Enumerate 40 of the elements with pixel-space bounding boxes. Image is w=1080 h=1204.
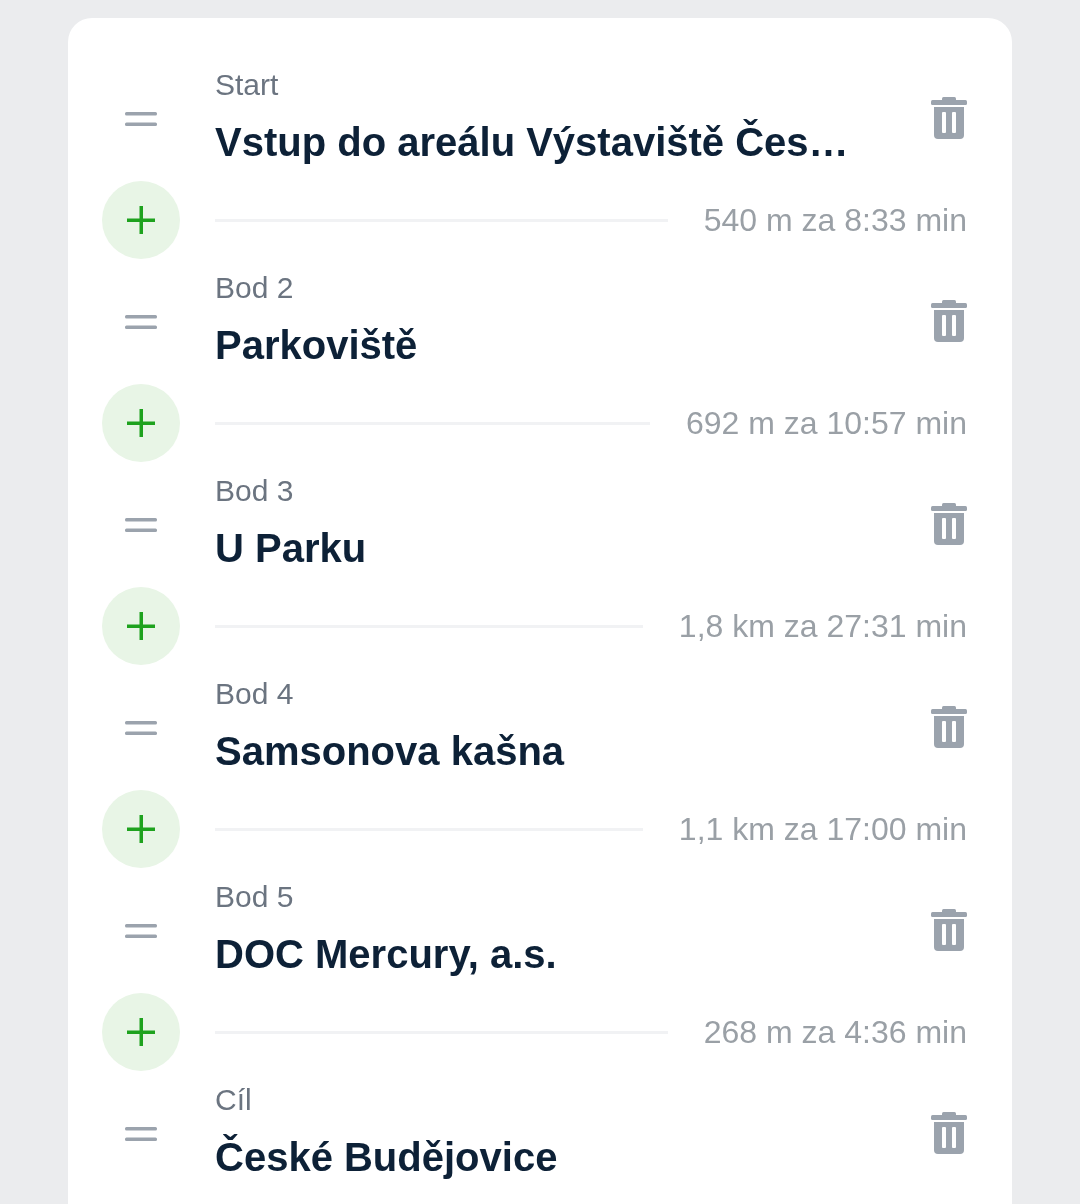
- plus-icon: [126, 814, 156, 844]
- delete-button[interactable]: [931, 1111, 967, 1154]
- trash-icon: [931, 908, 967, 951]
- waypoint-title[interactable]: Samsonova kašna: [215, 726, 931, 776]
- delete-button[interactable]: [931, 96, 967, 139]
- leg-distance: 540 m za 8:33 min: [703, 201, 967, 239]
- waypoint-label: Start: [215, 67, 280, 103]
- waypoint-title[interactable]: Parkoviště: [215, 320, 931, 370]
- trash-icon: [931, 96, 967, 139]
- leg-distance: 692 m za 10:57 min: [685, 404, 967, 442]
- leg-distance: 1,1 km za 17:00 min: [678, 810, 967, 848]
- plus-icon: [126, 205, 156, 235]
- waypoint-title[interactable]: České Budějovice: [215, 1132, 931, 1182]
- trash-icon: [931, 299, 967, 342]
- waypoint-label: Cíl: [215, 1082, 253, 1118]
- trash-icon: [931, 502, 967, 545]
- drag-handle-icon[interactable]: [125, 923, 157, 938]
- drag-handle-icon[interactable]: [125, 517, 157, 532]
- delete-button[interactable]: [931, 908, 967, 951]
- trash-icon: [931, 705, 967, 748]
- drag-handle-icon[interactable]: [125, 111, 157, 126]
- delete-button[interactable]: [931, 299, 967, 342]
- delete-button[interactable]: [931, 705, 967, 748]
- drag-handle-icon[interactable]: [125, 720, 157, 735]
- plus-icon: [126, 1017, 156, 1047]
- waypoint-title[interactable]: Vstup do areálu Výstaviště Čes…: [215, 117, 931, 167]
- delete-button[interactable]: [931, 502, 967, 545]
- waypoint-label: Bod 2: [215, 270, 295, 306]
- drag-handle-icon[interactable]: [125, 314, 157, 329]
- plus-icon: [126, 408, 156, 438]
- leg-distance: 1,8 km za 27:31 min: [678, 607, 967, 645]
- waypoint-label: Bod 4: [215, 676, 295, 712]
- waypoint-label: Bod 5: [215, 879, 295, 915]
- drag-handle-icon[interactable]: [125, 1126, 157, 1141]
- waypoint-label: Bod 3: [215, 473, 295, 509]
- trash-icon: [931, 1111, 967, 1154]
- leg-distance: 268 m za 4:36 min: [703, 1013, 967, 1051]
- waypoint-title[interactable]: U Parku: [215, 523, 931, 573]
- plus-icon: [126, 611, 156, 641]
- waypoint-title[interactable]: DOC Mercury, a.s.: [215, 929, 931, 979]
